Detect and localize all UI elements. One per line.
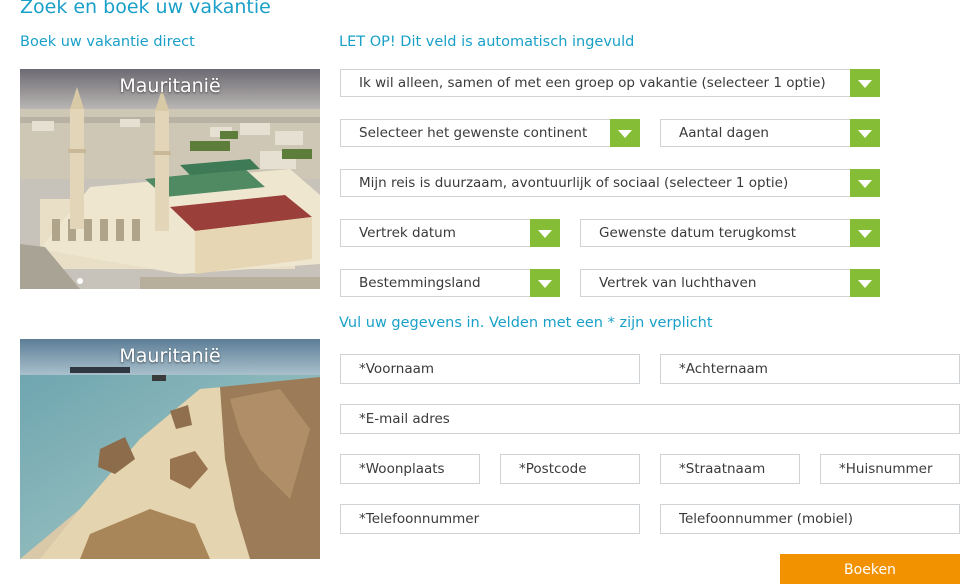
travel-party-select[interactable]: Ik wil alleen, samen of met een groep op… bbox=[340, 69, 880, 97]
house-number-field[interactable] bbox=[820, 454, 960, 484]
mosque-photo bbox=[20, 69, 320, 289]
book-button[interactable]: Boeken bbox=[780, 554, 960, 584]
return-date-value: Gewenste datum terugkomst bbox=[599, 225, 797, 241]
street-input[interactable] bbox=[661, 455, 799, 483]
postcode-field[interactable] bbox=[500, 454, 640, 484]
photo-caption: Mauritanië bbox=[119, 75, 221, 97]
chevron-down-icon bbox=[850, 169, 880, 197]
photo-caption: Mauritanië bbox=[119, 345, 221, 367]
autofill-notice: LET OP! Dit veld is automatisch ingevuld bbox=[339, 34, 635, 50]
mobile-field[interactable] bbox=[660, 504, 960, 534]
chevron-down-icon bbox=[850, 269, 880, 297]
phone-input[interactable] bbox=[341, 505, 639, 533]
email-field[interactable] bbox=[340, 404, 960, 434]
street-field[interactable] bbox=[660, 454, 800, 484]
email-input[interactable] bbox=[341, 405, 959, 433]
continent-value: Selecteer het gewenste continent bbox=[359, 125, 588, 141]
last-name-input[interactable] bbox=[661, 355, 959, 383]
direct-booking-label: Boek uw vakantie direct bbox=[20, 34, 195, 50]
city-field[interactable] bbox=[340, 454, 480, 484]
departure-date-select[interactable]: Vertrek datum bbox=[340, 219, 560, 247]
chevron-down-icon bbox=[610, 119, 640, 147]
postcode-input[interactable] bbox=[501, 455, 639, 483]
last-name-field[interactable] bbox=[660, 354, 960, 384]
destination-photo-1[interactable]: Mauritanië bbox=[20, 69, 320, 289]
city-input[interactable] bbox=[341, 455, 479, 483]
destination-photo-2[interactable]: Mauritanië bbox=[20, 339, 320, 559]
destination-value: Bestemmingsland bbox=[359, 275, 481, 291]
first-name-input[interactable] bbox=[341, 355, 639, 383]
first-name-field[interactable] bbox=[340, 354, 640, 384]
trip-style-value: Mijn reis is duurzaam, avontuurlijk of s… bbox=[359, 175, 789, 191]
days-select[interactable]: Aantal dagen bbox=[660, 119, 880, 147]
destination-select[interactable]: Bestemmingsland bbox=[340, 269, 560, 297]
chevron-down-icon bbox=[850, 119, 880, 147]
airport-select[interactable]: Vertrek van luchthaven bbox=[580, 269, 880, 297]
chevron-down-icon bbox=[530, 269, 560, 297]
travel-party-value: Ik wil alleen, samen of met een groep op… bbox=[359, 75, 826, 91]
days-value: Aantal dagen bbox=[679, 125, 769, 141]
contact-details-label: Vul uw gegevens in. Velden met een * zij… bbox=[339, 315, 713, 331]
airport-value: Vertrek van luchthaven bbox=[599, 275, 757, 291]
mobile-input[interactable] bbox=[661, 505, 959, 533]
house-number-input[interactable] bbox=[821, 455, 959, 483]
coast-photo bbox=[20, 339, 320, 559]
departure-date-value: Vertrek datum bbox=[359, 225, 456, 241]
chevron-down-icon bbox=[530, 219, 560, 247]
trip-style-select[interactable]: Mijn reis is duurzaam, avontuurlijk of s… bbox=[340, 169, 880, 197]
return-date-select[interactable]: Gewenste datum terugkomst bbox=[580, 219, 880, 247]
chevron-down-icon bbox=[850, 219, 880, 247]
continent-select[interactable]: Selecteer het gewenste continent bbox=[340, 119, 640, 147]
phone-field[interactable] bbox=[340, 504, 640, 534]
chevron-down-icon bbox=[850, 69, 880, 97]
page-title: Zoek en boek uw vakantie bbox=[20, 0, 271, 18]
